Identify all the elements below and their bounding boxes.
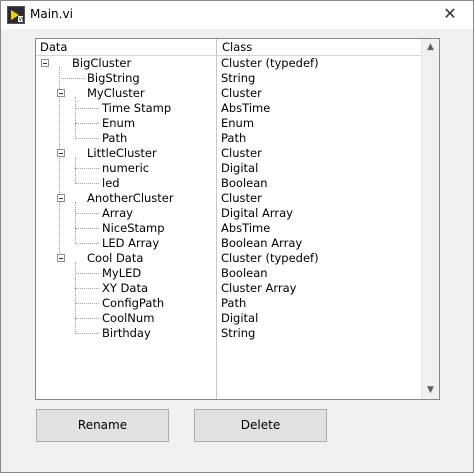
tree-row-class: Cluster (typedef): [221, 251, 319, 265]
tree-row-class: Digital: [221, 311, 259, 325]
delete-button[interactable]: Delete: [194, 409, 327, 442]
tree-row-class: Cluster Array: [221, 281, 297, 295]
tree-row-label: numeric: [102, 161, 150, 175]
tree-row-nicestamp[interactable]: NiceStamp AbsTime: [36, 221, 422, 236]
tree-row-anothercluster[interactable]: AnotherCluster Cluster: [36, 191, 422, 206]
column-header-data[interactable]: Data: [40, 40, 67, 55]
tree-row-class: AbsTime: [221, 101, 271, 115]
tree-row-label: Cool Data: [87, 251, 144, 265]
scroll-down-icon[interactable]: ▼: [422, 382, 439, 399]
tree-row-label: Time Stamp: [102, 101, 172, 115]
collapse-minus-icon[interactable]: [41, 59, 49, 67]
tree-row-class: Cluster: [221, 191, 262, 205]
tree-row-xy-data[interactable]: XY Data Cluster Array: [36, 281, 422, 296]
tree-row-led[interactable]: led Boolean: [36, 176, 422, 191]
tree-row-class: AbsTime: [221, 221, 271, 235]
tree-row-class: Path: [221, 131, 247, 145]
tree-row-bigstring[interactable]: BigString String: [36, 71, 422, 86]
title-bar: VI Main.vi ✕: [1, 1, 473, 29]
vertical-scrollbar[interactable]: ▲ ▼: [421, 39, 439, 399]
tree-rows: BigCluster Cluster (typedef) BigString S…: [36, 56, 422, 341]
data-tree[interactable]: Data Class BigCluster Cluster (typedef) …: [35, 38, 440, 400]
tree-row-label: BigCluster: [72, 56, 132, 70]
tree-row-bigcluster[interactable]: BigCluster Cluster (typedef): [36, 56, 422, 71]
collapse-minus-icon[interactable]: [57, 194, 65, 202]
tree-row-label: LittleCluster: [87, 146, 157, 160]
tree-row-label: XY Data: [102, 281, 149, 295]
tree-row-label: Path: [102, 131, 128, 145]
tree-row-class: Cluster: [221, 86, 262, 100]
tree-row-label: BigString: [87, 71, 140, 85]
tree-row-class: Cluster (typedef): [221, 56, 319, 70]
tree-row-class: Path: [221, 296, 247, 310]
tree-row-label: ConfigPath: [102, 296, 165, 310]
tree-row-label: LED Array: [102, 236, 160, 250]
tree-row-coolnum[interactable]: CoolNum Digital: [36, 311, 422, 326]
svg-text:VI: VI: [19, 17, 24, 23]
tree-row-class: String: [221, 326, 256, 340]
tree-row-led-array[interactable]: LED Array Boolean Array: [36, 236, 422, 251]
tree-row-configpath[interactable]: ConfigPath Path: [36, 296, 422, 311]
tree-row-class: String: [221, 71, 256, 85]
tree-row-time-stamp[interactable]: Time Stamp AbsTime: [36, 101, 422, 116]
tree-row-class: Boolean: [221, 266, 268, 280]
tree-row-littlecluster[interactable]: LittleCluster Cluster: [36, 146, 422, 161]
tree-row-mycluster[interactable]: MyCluster Cluster: [36, 86, 422, 101]
tree-row-class: Cluster: [221, 146, 262, 160]
labview-vi-icon: VI: [7, 6, 25, 24]
scroll-up-icon[interactable]: ▲: [422, 39, 439, 56]
collapse-minus-icon[interactable]: [57, 89, 65, 97]
tree-row-class: Digital: [221, 161, 259, 175]
tree-row-label: CoolNum: [102, 311, 155, 325]
tree-row-label: AnotherCluster: [87, 191, 174, 205]
tree-row-class: Boolean Array: [221, 236, 303, 250]
tree-header: Data Class: [36, 39, 422, 56]
tree-row-label: NiceStamp: [102, 221, 165, 235]
tree-row-label: led: [102, 176, 120, 190]
tree-row-class: Enum: [221, 116, 255, 130]
tree-row-label: Birthday: [102, 326, 151, 340]
tree-row-label: MyCluster: [87, 86, 145, 100]
close-icon[interactable]: ✕: [435, 3, 465, 25]
tree-row-birthday[interactable]: Birthday String: [36, 326, 422, 341]
tree-row-cool-data[interactable]: Cool Data Cluster (typedef): [36, 251, 422, 266]
tree-row-class: Digital Array: [221, 206, 293, 220]
tree-row-numeric[interactable]: numeric Digital: [36, 161, 422, 176]
tree-row-label: Enum: [102, 116, 136, 130]
tree-row-myled[interactable]: MyLED Boolean: [36, 266, 422, 281]
rename-button[interactable]: Rename: [36, 409, 169, 442]
tree-row-array[interactable]: Array Digital Array: [36, 206, 422, 221]
tree-row-class: Boolean: [221, 176, 268, 190]
collapse-minus-icon[interactable]: [57, 254, 65, 262]
tree-row-enum[interactable]: Enum Enum: [36, 116, 422, 131]
tree-row-label: Array: [102, 206, 133, 220]
tree-row-path[interactable]: Path Path: [36, 131, 422, 146]
collapse-minus-icon[interactable]: [57, 149, 65, 157]
tree-row-label: MyLED: [102, 266, 142, 280]
column-header-class[interactable]: Class: [222, 40, 252, 55]
main-window: VI Main.vi ✕ Data Class BigCluster Clust…: [0, 0, 474, 473]
window-title: Main.vi: [30, 7, 73, 21]
